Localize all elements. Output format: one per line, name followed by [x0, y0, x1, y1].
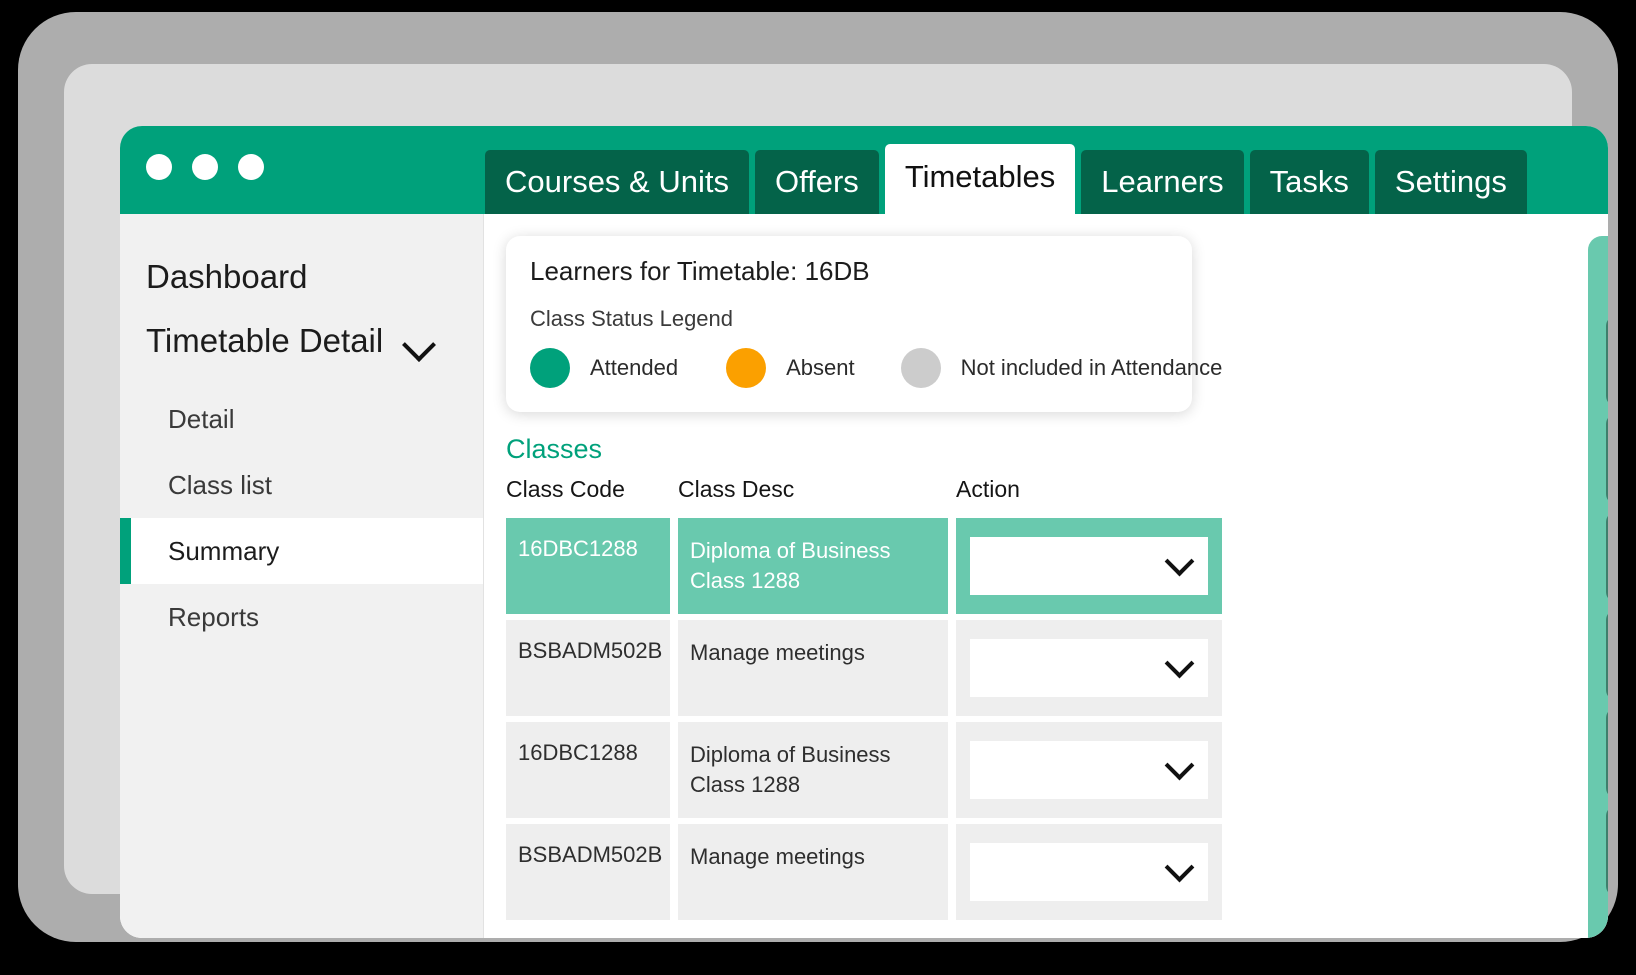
cell-class-code: BSBADM502B	[506, 620, 670, 716]
chevron-down-icon	[1168, 759, 1190, 781]
minimize-dot-icon[interactable]	[192, 154, 218, 180]
avatar	[1606, 512, 1608, 602]
action-select[interactable]	[970, 537, 1208, 595]
list-item[interactable]: 100%	[1606, 806, 1608, 896]
cell-class-code: 16DBC1288	[506, 722, 670, 818]
tab-offers[interactable]: Offers	[754, 150, 879, 214]
tab-settings[interactable]: Settings	[1374, 150, 1527, 214]
tab-strip: Courses & Units Offers Timetables Learne…	[485, 144, 1527, 214]
table-row[interactable]: BSBADM502B Manage meetings	[506, 824, 1222, 920]
sidebar-item-dashboard[interactable]: Dashboard	[120, 214, 483, 296]
close-dot-icon[interactable]	[146, 154, 172, 180]
sidebar-item-class-list[interactable]: Class list	[120, 452, 483, 518]
body-area: Dashboard Timetable Detail Detail Class …	[120, 214, 1608, 938]
chevron-down-icon	[1168, 555, 1190, 577]
app-window: Courses & Units Offers Timetables Learne…	[120, 126, 1608, 938]
sidebar: Dashboard Timetable Detail Detail Class …	[120, 214, 484, 938]
class-status-legend-card: Learners for Timetable: 16DB Class Statu…	[506, 236, 1222, 412]
device-bezel: Courses & Units Offers Timetables Learne…	[18, 12, 1618, 942]
avatar	[1606, 414, 1608, 504]
table-row[interactable]: BSBADM502B Manage meetings	[506, 620, 1222, 716]
cell-class-desc: Diploma of Business Class 1288	[678, 518, 948, 614]
chevron-down-icon	[1168, 657, 1190, 679]
classes-table: Class Code Class Desc Action 16DBC1288 D…	[506, 476, 1222, 926]
legend-item-label: Not included in Attendance	[960, 355, 1223, 380]
sidebar-timetable-detail-label: Timetable Detail	[146, 322, 384, 359]
cell-class-desc: Manage meetings	[678, 620, 948, 716]
sidebar-item-detail[interactable]: Detail	[120, 386, 483, 452]
legend-item-label: Attended	[590, 355, 679, 380]
list-item[interactable]: 100%	[1606, 414, 1608, 504]
maximize-dot-icon[interactable]	[238, 154, 264, 180]
column-header-learner: Learner	[1606, 284, 1608, 308]
legend-card-subtitle: Class Status Legend	[530, 306, 734, 331]
cell-action	[956, 824, 1222, 920]
classes-table-header: Class Code Class Desc Action	[506, 476, 1222, 518]
tab-learners[interactable]: Learners	[1081, 150, 1244, 214]
cell-action	[956, 722, 1222, 818]
sidebar-item-timetable-detail[interactable]: Timetable Detail	[120, 296, 483, 360]
table-row[interactable]: 16DBC1288 Diploma of Business Class 1288	[506, 518, 1222, 614]
sidebar-item-summary[interactable]: Summary	[120, 518, 483, 584]
legend-item-attended: Attended	[530, 348, 678, 388]
list-item[interactable]: 8%	[1606, 610, 1608, 700]
legend-items: Attended Absent Not included in Attendan…	[530, 348, 1222, 388]
cell-class-desc: Diploma of Business Class 1288	[678, 722, 948, 818]
cell-class-desc: Manage meetings	[678, 824, 948, 920]
sidebar-dashboard-label: Dashboard	[146, 258, 308, 295]
cell-class-code: BSBADM502B	[506, 824, 670, 920]
avatar	[1606, 316, 1608, 406]
tab-tasks[interactable]: Tasks	[1249, 150, 1369, 214]
learners-panel-title: Learners for: 16DBC1288	[1606, 250, 1608, 278]
not-included-status-icon	[900, 348, 941, 388]
title-bar: Courses & Units Offers Timetables Learne…	[120, 126, 1608, 214]
avatar	[1606, 708, 1608, 798]
legend-item-not-included: Not included in Attendance	[900, 348, 1223, 388]
main-content: Learners for Timetable: 16DB Class Statu…	[484, 214, 1608, 938]
action-select[interactable]	[970, 843, 1208, 901]
list-item[interactable]: 100%	[1606, 316, 1608, 406]
learners-column-headers: Learner Attendance	[1606, 284, 1608, 308]
legend-item-label: Absent	[786, 355, 855, 380]
cell-class-code: 16DBC1288	[506, 518, 670, 614]
sidebar-item-reports[interactable]: Reports	[120, 584, 483, 650]
window-controls	[146, 154, 264, 180]
legend-card-title: Learners for Timetable: 16DB	[530, 256, 870, 286]
legend-item-absent: Absent	[726, 348, 855, 388]
column-header-class-desc: Class Desc	[678, 476, 795, 502]
learners-panel: Learners for: 16DBC1288 Learner Attendan…	[1588, 236, 1608, 938]
sidebar-item-label: Summary	[168, 536, 280, 566]
sidebar-item-label: Detail	[168, 404, 235, 434]
list-item[interactable]: Approved leave	[1606, 512, 1608, 602]
chevron-down-icon	[1168, 861, 1190, 883]
action-select[interactable]	[970, 639, 1208, 697]
window-outline: Courses & Units Offers Timetables Learne…	[64, 64, 1608, 938]
avatar	[1606, 806, 1608, 896]
cell-action	[956, 518, 1222, 614]
attended-status-icon	[530, 348, 570, 388]
table-row[interactable]: 16DBC1288 Diploma of Business Class 1288	[506, 722, 1222, 818]
tab-courses-and-units[interactable]: Courses & Units	[485, 150, 749, 214]
column-header-class-code: Class Code	[506, 476, 625, 502]
action-select[interactable]	[970, 741, 1208, 799]
sidebar-item-label: Reports	[168, 602, 260, 632]
avatar	[1606, 610, 1608, 700]
list-item[interactable]: 100%	[1606, 708, 1608, 798]
sidebar-item-label: Class list	[168, 470, 273, 500]
cell-action	[956, 620, 1222, 716]
classes-section-heading: Classes	[506, 434, 603, 464]
chevron-down-icon[interactable]	[405, 333, 435, 350]
column-header-action: Action	[956, 476, 1020, 502]
absent-status-icon	[726, 348, 767, 388]
tab-timetables[interactable]: Timetables	[884, 144, 1076, 214]
